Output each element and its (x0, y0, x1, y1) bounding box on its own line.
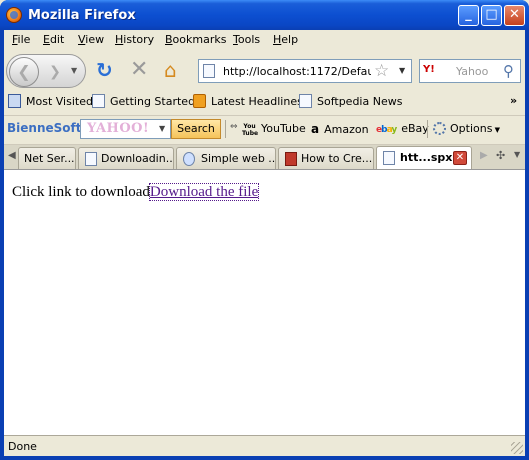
page-icon (203, 64, 215, 78)
window-client: File Edit View History Bookmarks Tools H… (4, 30, 525, 456)
back-button[interactable]: ❮ (9, 57, 39, 87)
bookmark-latest-headlines[interactable]: Latest Headlines (193, 94, 303, 108)
resize-grip[interactable] (511, 442, 523, 454)
yahoo-logo: YAHOO! (87, 121, 150, 136)
page-content: Click link to downloadDownload the file (4, 169, 525, 435)
search-engine-icon[interactable]: Y! (423, 64, 449, 78)
page-icon (383, 151, 395, 165)
tab-downloading[interactable]: Downloadin... (78, 147, 174, 170)
amazon-icon: a (311, 122, 320, 136)
stop-icon[interactable]: ✕ (130, 59, 148, 81)
search-box[interactable]: Y! Yahoo ⚲ (419, 59, 521, 83)
bookmarks-toolbar: Most Visited Getting Started Latest Head… (4, 91, 525, 113)
tab-scroll-left-icon[interactable]: ◀ (8, 150, 16, 161)
firefox-logo-icon (6, 7, 22, 23)
download-prefix-text: Click link to download (12, 184, 150, 200)
options-button[interactable]: Options ▼ (433, 122, 500, 135)
url-text[interactable]: http://localhost:1172/Default (223, 65, 371, 78)
tab-simple-web[interactable]: Simple web ... (176, 147, 276, 170)
close-window-button[interactable]: ✕ (504, 5, 525, 26)
tab-active[interactable]: htt...spx ✕ (376, 146, 472, 170)
title-bar[interactable]: Mozilla Firefox _ □ ✕ (0, 0, 529, 30)
menu-file[interactable]: File (12, 33, 30, 46)
bookmark-star-icon[interactable]: ☆ (374, 61, 389, 81)
page-icon (299, 94, 312, 108)
toolbar-separator (427, 120, 428, 138)
chevron-down-icon[interactable]: ▼ (159, 124, 165, 133)
asp-favicon-icon (285, 152, 297, 166)
biennesoft-brand[interactable]: BienneSoft (7, 121, 81, 135)
bookmark-most-visited[interactable]: Most Visited (8, 94, 93, 108)
yahoo-search-button[interactable]: Search (171, 119, 221, 139)
history-dropdown-icon[interactable]: ▼ (71, 66, 77, 75)
folder-icon (8, 94, 21, 108)
window-title: Mozilla Firefox (28, 8, 136, 23)
menu-help[interactable]: Help (273, 33, 298, 46)
amazon-button[interactable]: a Amazon (311, 122, 369, 136)
search-placeholder[interactable]: Yahoo (456, 65, 488, 78)
reload-icon[interactable]: ↻ (96, 60, 113, 80)
download-paragraph: Click link to downloadDownload the file (12, 183, 260, 201)
bookmarks-overflow-chevron[interactable]: » (510, 94, 517, 107)
download-link[interactable]: Download the file (148, 183, 260, 201)
url-dropdown-icon[interactable]: ▼ (399, 66, 405, 75)
home-icon[interactable]: ⌂ (164, 60, 177, 80)
biennesoft-toolbar: BienneSoft YAHOO! ▼ Search ⇔ You Tube YouT… (4, 115, 525, 141)
menu-bookmarks[interactable]: Bookmarks (165, 33, 226, 46)
rss-icon (193, 94, 206, 108)
ebay-icon: ebay (376, 125, 397, 135)
gear-icon (433, 122, 446, 135)
bookmark-softpedia-news[interactable]: Softpedia News (299, 94, 402, 108)
tab-how-to-create[interactable]: How to Cre... (278, 147, 374, 170)
page-icon (92, 94, 105, 108)
resize-handle-icon[interactable]: ⇔ (230, 122, 238, 132)
tab-bar: ◀ Net Ser... Downloadin... Simple web ..… (4, 144, 525, 170)
new-tab-icon[interactable]: ✣ (496, 149, 505, 162)
menu-edit[interactable]: Edit (43, 33, 64, 46)
tab-list-dropdown-icon[interactable]: ▼ (514, 150, 520, 159)
status-bar: Done (4, 435, 525, 456)
page-icon (85, 152, 97, 166)
back-forward-group: ❮ ❯ ▼ (6, 54, 86, 88)
url-bar[interactable]: http://localhost:1172/Default ☆ ▼ (198, 59, 412, 83)
forward-button[interactable]: ❯ (43, 62, 67, 82)
bookmark-getting-started[interactable]: Getting Started (92, 94, 195, 108)
menu-history[interactable]: History (115, 33, 154, 46)
toolbar-separator (225, 120, 226, 138)
site-favicon-icon (183, 152, 195, 166)
menu-tools[interactable]: Tools (233, 33, 260, 46)
yahoo-search-input[interactable]: YAHOO! ▼ (80, 119, 171, 139)
youtube-icon: You Tube (242, 123, 259, 137)
menu-bar: File Edit View History Bookmarks Tools H… (4, 30, 525, 50)
ebay-button[interactable]: ebay eBay (376, 122, 429, 135)
tab-net-ser[interactable]: Net Ser... (18, 147, 76, 170)
status-text: Done (8, 440, 37, 453)
tab-scroll-right-icon[interactable]: ▶ (480, 150, 488, 161)
browser-window: Mozilla Firefox _ □ ✕ File Edit View His… (0, 0, 529, 460)
search-icon[interactable]: ⚲ (503, 62, 514, 80)
navigation-toolbar: ❮ ❯ ▼ ↻ ✕ ⌂ http://localhost:1172/Defaul… (4, 52, 525, 90)
youtube-button[interactable]: You Tube YouTube (242, 122, 306, 137)
minimize-button[interactable]: _ (458, 5, 479, 26)
maximize-button[interactable]: □ (481, 5, 502, 26)
menu-view[interactable]: View (78, 33, 104, 46)
close-tab-icon[interactable]: ✕ (453, 151, 467, 165)
